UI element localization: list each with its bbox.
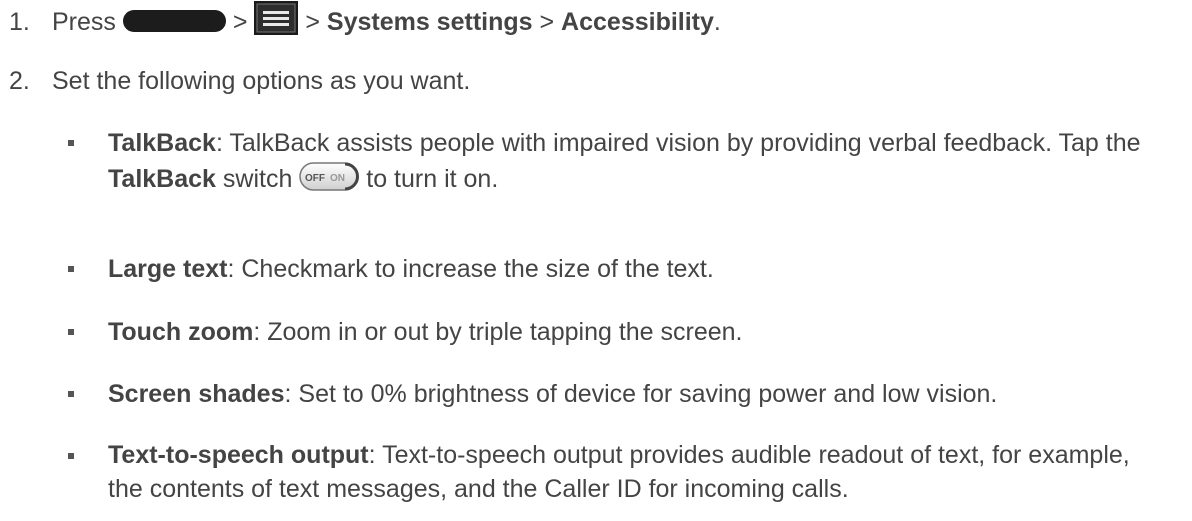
talkback-term-2: TalkBack (108, 165, 216, 193)
bullet-icon (68, 453, 74, 459)
step-2-text: Set the following options as you want. (52, 67, 471, 95)
large-text-term: Large text (108, 255, 228, 283)
touch-zoom-term: Touch zoom (108, 318, 254, 346)
accessibility-term: Accessibility (561, 8, 714, 36)
period: . (713, 8, 721, 36)
step-number: 1. (9, 8, 30, 36)
switch-text-end: to turn it on. (359, 165, 499, 193)
separator: > (539, 8, 555, 36)
colon: : (215, 129, 223, 157)
talkback-term: TalkBack (108, 129, 216, 157)
step-2: 2. Set the following options as you want. (9, 63, 470, 99)
menu-key-icon (254, 1, 299, 35)
talkback-description: TalkBack assists people with impaired vi… (222, 129, 1141, 157)
bullet-icon (68, 329, 74, 335)
large-text-description: : Checkmark to increase the size of the … (227, 255, 714, 283)
option-screen-shades: Screen shades: Set to 0% brightness of d… (68, 376, 1168, 412)
bullet-icon (68, 391, 74, 397)
option-text-to-speech: Text-to-speech output: Text-to-speech ou… (68, 438, 1168, 506)
bullet-icon (68, 266, 74, 272)
option-large-text: Large text: Checkmark to increase the si… (68, 251, 1168, 287)
bullet-icon (68, 140, 74, 146)
option-talkback: TalkBack: TalkBack assists people with i… (68, 125, 1168, 197)
press-text: Press (52, 8, 116, 36)
touch-zoom-description: : Zoom in or out by triple tapping the s… (253, 318, 743, 346)
step-1: 1. Press > > Systems settings > Accessibi… (9, 1, 721, 40)
tts-term: Text-to-speech output (108, 441, 369, 469)
switch-text: switch (215, 165, 300, 193)
home-key-icon (122, 10, 226, 32)
off-on-switch-icon: OFF ON (299, 162, 360, 191)
separator: > (305, 8, 320, 36)
screen-shades-term: Screen shades (108, 380, 285, 408)
option-touch-zoom: Touch zoom: Zoom in or out by triple tap… (68, 314, 1168, 350)
systems-settings-term: Systems settings (326, 8, 533, 36)
separator: > (232, 8, 248, 36)
screen-shades-description: : Set to 0% brightness of device for sav… (284, 380, 998, 408)
switch-on-label: ON (330, 173, 345, 184)
switch-off-label: OFF (305, 173, 325, 184)
step-number: 2. (9, 67, 30, 95)
